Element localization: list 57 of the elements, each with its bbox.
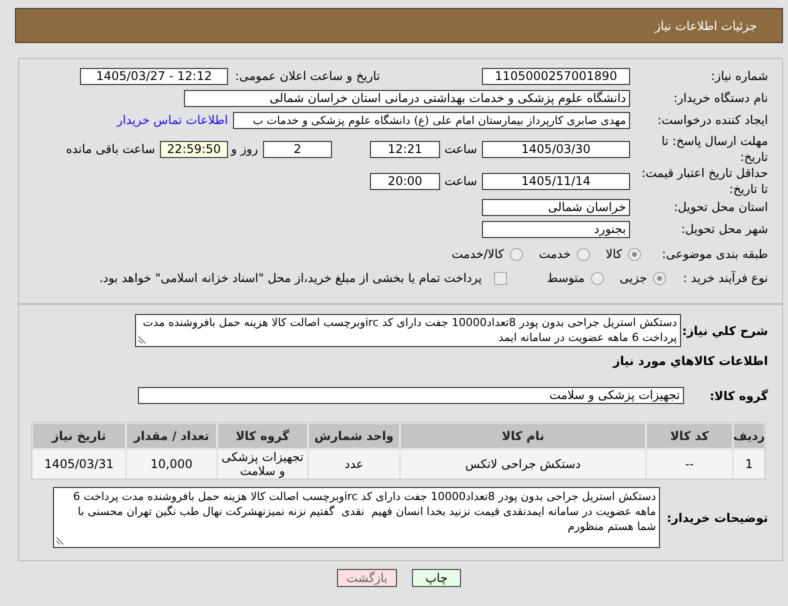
field-label: توضیحات خریدار: xyxy=(666,510,768,526)
radio-label: جزیی xyxy=(620,270,647,287)
contact-link[interactable]: اطلاعات تماس خریدار xyxy=(116,111,228,129)
column-header: تاریخ نیاز xyxy=(33,424,125,448)
table-cell: 1405/03/31 xyxy=(33,450,125,478)
field-label: نام دستگاه خریدار: xyxy=(672,90,768,107)
field-label: مهلت ارسال پاسخ: تا تاریخ: xyxy=(660,133,768,165)
column-header: نام کالا xyxy=(401,424,645,448)
field-label: شماره نیاز: xyxy=(710,68,768,85)
field-label: استان محل تحویل: xyxy=(672,199,768,216)
radio-label: خدمت xyxy=(538,246,571,263)
column-header: تعداد / مقدار xyxy=(127,424,216,448)
need-number-field[interactable]: 1105000257001890 xyxy=(482,68,630,84)
field-label: ساعت xyxy=(443,173,477,190)
field-label: تاریخ و ساعت اعلان عمومی: xyxy=(234,68,380,85)
province-field[interactable]: خراسان شمالی xyxy=(482,198,630,216)
deadline-date-field[interactable]: 1405/03/30 xyxy=(482,140,630,158)
table-cell: تجهیزات پزشکی و سلامت xyxy=(218,450,307,478)
field-label: طبقه بندی موضوعی: xyxy=(660,246,768,263)
checkbox-label: پرداخت تمام یا بخشی از مبلغ خرید،از محل "اسناد خزانه اسلامی" خواهد بود. xyxy=(99,270,482,287)
field-label: شهر محل تحویل: xyxy=(680,221,768,238)
print-button[interactable]: چاپ xyxy=(412,569,461,587)
radio-label: کالا/خدمت xyxy=(452,246,504,263)
field-label: ساعت باقی مانده xyxy=(66,141,155,158)
field-label: حداقل تاریخ اعتبار قیمت: تا تاریخ: xyxy=(640,165,768,197)
page-title: جزئیات اطلاعات نیاز xyxy=(654,18,757,34)
validity-time-field[interactable]: 20:00 xyxy=(370,172,440,190)
radio-label: کالا xyxy=(606,246,622,263)
field-label: ایجاد کننده درخواست: xyxy=(656,112,768,129)
group-field[interactable]: تجهیزات پزشکی و سلامت xyxy=(138,387,684,404)
table-cell: -- xyxy=(647,450,732,478)
table-cell: دستکش جراحی لاتکس xyxy=(401,450,645,478)
column-header: کد کالا xyxy=(647,424,732,448)
days-field[interactable]: 2 xyxy=(263,140,332,158)
summary-field[interactable]: دستکش استریل جراحی بدون پودر 8تعداد10000 جفت دارای کد ircوبرچسب اصالت کالا هزینه حمل بافروشنده مدت پرداخت 6 ماهه عضویت در سامانه ایمد xyxy=(135,314,681,347)
creator-field[interactable]: مهدی صابری کارپرداز بیمارستان امام علی (ع) دانشگاه علوم پزشکی و خدمات ب xyxy=(233,112,630,128)
city-field[interactable]: بجنورد xyxy=(482,220,630,238)
table-cell: عدد xyxy=(309,450,399,478)
remaining-time-field[interactable]: 22:59:50 xyxy=(160,140,228,158)
section-title: اطلاعات کالاهاي مورد نياز xyxy=(613,353,768,369)
field-label: ساعت xyxy=(443,141,477,158)
table-cell: 1 xyxy=(734,450,764,478)
resize-grip-icon[interactable] xyxy=(138,336,146,344)
announce-date-field[interactable]: 1405/03/27 - 12:12 xyxy=(80,68,228,84)
column-header: ردیف xyxy=(734,424,764,448)
validity-date-field[interactable]: 1405/11/14 xyxy=(482,172,630,190)
notes-field[interactable]: دستکش استریل جراحی بدون پودر 8تعداد10000 جفت دارای کد ircوبرچسب اصالت کالا هزینه حمل بافروشنده مدت پرداخت 6 ماهه عضویت در سامانه ایمدنقدی قیمت نزنید بخدا انسان فهیم نقدی گفتیم نزنه نمیزنهشرکت نهال طب نگین تهران محسنی با شما هستم منظورم xyxy=(53,487,660,548)
buyer-org-field[interactable]: دانشگاه علوم پزشکی و خدمات بهداشتی درمانی استان خراسان شمالی xyxy=(184,90,630,106)
column-header: واحد شمارش xyxy=(309,424,399,448)
field-label: نوع فرآیند خرید : xyxy=(682,270,768,287)
table-cell: 10,000 xyxy=(127,450,216,478)
resize-grip-icon[interactable] xyxy=(56,537,64,545)
deadline-time-field[interactable]: 12:21 xyxy=(370,140,440,158)
back-button[interactable]: بازگشت xyxy=(337,569,397,587)
radio-label: متوسط xyxy=(546,270,585,287)
field-label: گروه کالا: xyxy=(708,388,768,404)
column-header: گروه کالا xyxy=(218,424,307,448)
